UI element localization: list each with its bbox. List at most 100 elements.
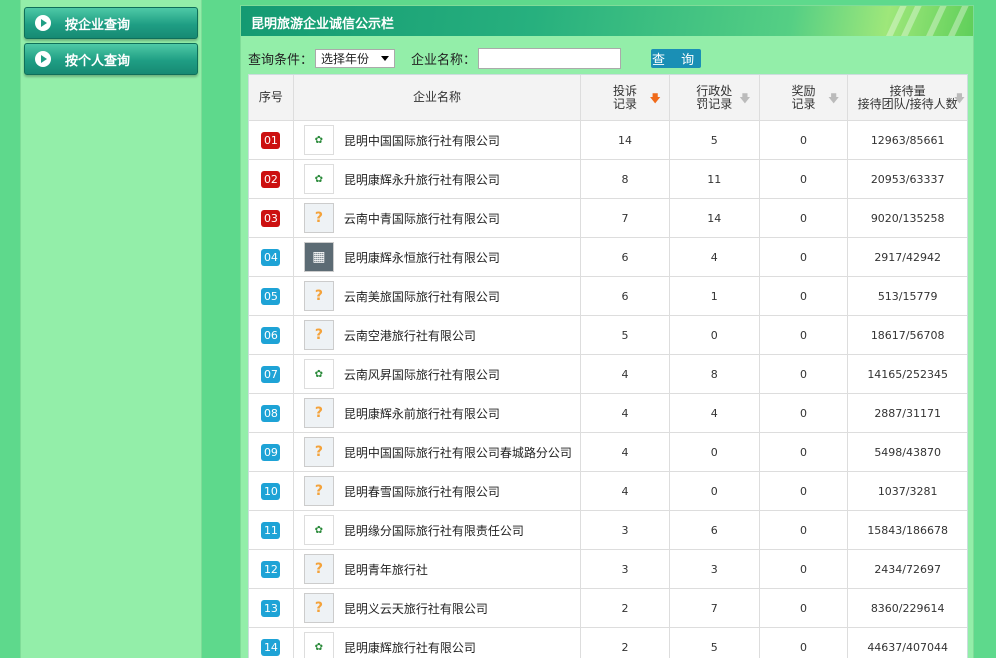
header-reception[interactable]: 接待量 接待团队/接待人数 🡇 [848,75,967,120]
complaints-value: 2 [621,601,629,615]
sort-arrow-icon[interactable]: 🡇 [954,92,965,105]
company-name-link[interactable]: 云南空港旅行社有限公司 [344,327,476,344]
reception-value: 513/15779 [877,289,938,303]
reception-cell: 9020/135258 [848,199,967,237]
admin-penalty-value: 4 [710,250,718,264]
page-title: 昆明旅游企业诚信公示栏 [251,17,395,32]
row-number-badge: 04 [261,248,281,266]
company-name-cell: ✿ 昆明康辉旅行社有限公司 [294,628,582,658]
company-name-link[interactable]: 昆明康辉永恒旅行社有限公司 [344,249,500,266]
banner-stripe [918,6,950,36]
year-select[interactable]: 选择年份 [315,48,396,68]
row-number-cell: 09 [249,433,294,471]
header-reception-line1: 接待量 [889,83,926,98]
company-name-link[interactable]: 昆明春雪国际旅行社有限公司 [344,483,500,500]
search-by-company-button[interactable]: 按企业查询 [24,7,198,39]
complaints-cell: 8 [581,160,670,198]
row-number-badge: 07 [261,365,281,383]
rewards-cell: 0 [760,316,849,354]
header-admin[interactable]: 行政处 罚记录 🡇 [670,75,760,120]
sort-arrow-icon[interactable]: 🡇 [828,92,839,105]
header-admin-line2: 罚记录 [696,96,733,111]
company-name-link[interactable]: 昆明中国国际旅行社有限公司 [344,132,500,149]
rewards-value: 0 [799,211,807,225]
search-by-company-label: 按企业查询 [65,17,131,33]
admin-penalty-value: 5 [710,640,718,654]
reception-cell: 1037/3281 [848,472,967,510]
company-logo-icon: ? [303,476,334,506]
complaints-value: 3 [621,523,629,537]
company-logo-icon: ? [303,320,334,350]
rewards-cell: 0 [760,628,849,658]
row-number-badge: 14 [261,638,281,656]
company-name-cell: ? 昆明义云天旅行社有限公司 [294,589,582,627]
company-name-link[interactable]: 昆明中国国际旅行社有限公司春城路分公司 [344,444,572,461]
company-name-link[interactable]: 云南美旅国际旅行社有限公司 [344,288,500,305]
reception-cell: 2887/31171 [848,394,967,432]
play-circle-icon [35,51,51,67]
row-number-badge: 12 [261,560,281,578]
reception-cell: 20953/63337 [848,160,967,198]
reception-cell: 15843/186678 [848,511,967,549]
sort-arrow-icon[interactable]: 🡇 [739,92,750,105]
banner: 昆明旅游企业诚信公示栏 [241,6,973,36]
table-row: 01 ✿ 昆明中国国际旅行社有限公司 14 5 0 12963/85661 [249,121,967,160]
rewards-value: 0 [799,601,807,615]
company-name-link[interactable]: 昆明康辉永升旅行社有限公司 [344,171,500,188]
company-name-link[interactable]: 昆明青年旅行社 [344,561,428,578]
rewards-value: 0 [799,523,807,537]
company-logo-icon: ? [303,437,334,467]
query-button[interactable]: 查 询 [651,48,702,68]
company-name-link[interactable]: 昆明义云天旅行社有限公司 [344,600,488,617]
header-rewards-line1: 奖励 [791,83,816,98]
company-name-cell: ? 云南空港旅行社有限公司 [294,316,582,354]
company-logo-icon: ? [303,203,334,233]
row-number-cell: 08 [249,394,294,432]
play-circle-icon [35,15,51,31]
rewards-value: 0 [799,445,807,459]
search-by-person-button[interactable]: 按个人查询 [24,43,198,75]
header-rewards[interactable]: 奖励 记录 🡇 [760,75,849,120]
admin-penalty-value: 3 [710,562,718,576]
sort-arrow-active-icon[interactable]: 🡇 [650,92,661,105]
company-name-link[interactable]: 昆明康辉旅行社有限公司 [344,639,476,656]
table-row: 10? 昆明春雪国际旅行社有限公司 4 0 0 1037/3281 [249,472,967,511]
reception-value: 44637/407044 [867,640,949,654]
row-number-badge: 02 [261,170,281,188]
reception-value: 2887/31171 [874,406,942,420]
company-name-link[interactable]: 昆明康辉永前旅行社有限公司 [344,405,500,422]
reception-value: 15843/186678 [867,523,949,537]
company-logo-icon: ? [303,398,334,428]
admin-penalty-value: 6 [710,523,718,537]
row-number-cell: 02 [249,160,294,198]
admin-penalty-value: 0 [710,328,718,342]
company-name-input[interactable] [478,47,622,69]
row-number-badge: 03 [261,209,281,227]
company-name-link[interactable]: 昆明缘分国际旅行社有限责任公司 [344,522,524,539]
table-row: 09? 昆明中国国际旅行社有限公司春城路分公司 4 0 0 5498/43870 [249,433,967,472]
company-name-link[interactable]: 云南风昇国际旅行社有限公司 [344,366,500,383]
header-complaints[interactable]: 投诉 记录 🡇 [581,75,670,120]
reception-value: 2917/42942 [874,250,942,264]
complaints-cell: 5 [581,316,670,354]
company-name-link[interactable]: 云南中青国际旅行社有限公司 [344,210,500,227]
complaints-cell: 4 [581,355,670,393]
complaints-cell: 4 [581,433,670,471]
complaints-value: 8 [621,172,629,186]
admin-penalty-value: 4 [710,406,718,420]
header-name: 企业名称 [294,75,582,120]
rewards-cell: 0 [760,199,849,237]
company-logo-icon: ? [303,281,334,311]
header-admin-line1: 行政处 [696,83,733,98]
reception-cell: 18617/56708 [848,316,967,354]
complaints-cell: 14 [581,121,670,159]
reception-value: 5498/43870 [874,445,942,459]
rewards-cell: 0 [760,277,849,315]
admin-penalty-cell: 5 [670,628,760,658]
reception-cell: 513/15779 [848,277,967,315]
rewards-cell: 0 [760,511,849,549]
complaints-cell: 3 [581,511,670,549]
table-row: 02 ✿ 昆明康辉永升旅行社有限公司 8 11 0 20953/63337 [249,160,967,199]
complaints-cell: 7 [581,199,670,237]
rewards-cell: 0 [760,550,849,588]
